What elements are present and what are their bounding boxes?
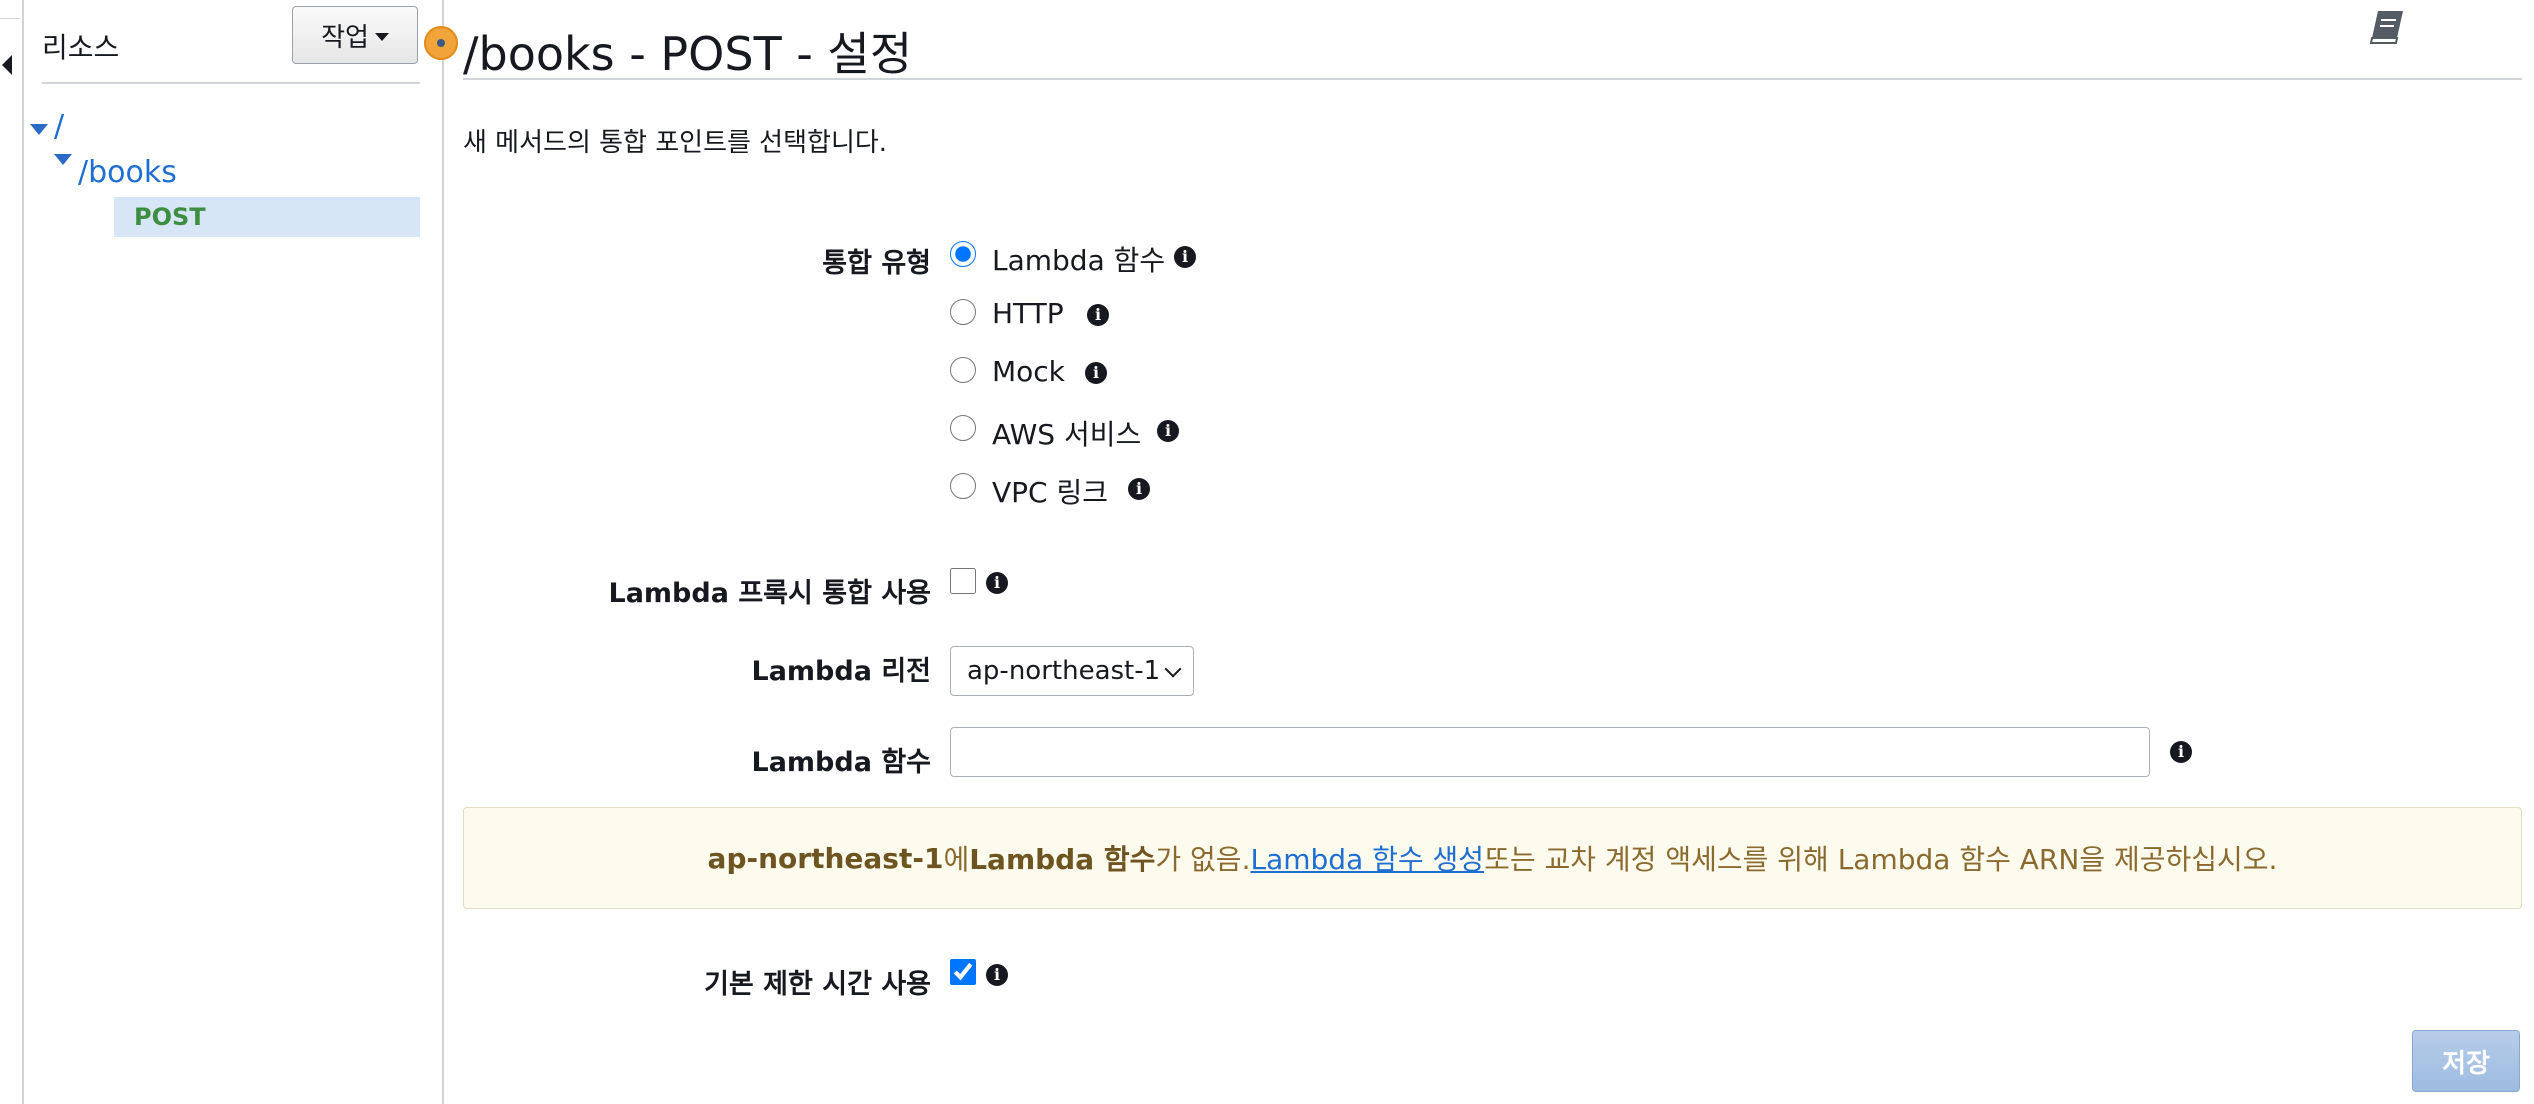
info-icon[interactable]: i	[2170, 741, 2192, 763]
radio-http-label: HTTP	[992, 297, 1064, 330]
page-title: /books - POST - 설정	[463, 27, 913, 81]
radio-mock-label: Mock	[992, 355, 1065, 388]
splitter-handle[interactable]	[424, 26, 458, 60]
radio-aws-service[interactable]	[950, 415, 976, 441]
alert-text-3: 또는 교차 계정 액세스를 위해 Lambda 함수 ARN을 제공하십시오.	[1484, 843, 2278, 876]
radio-aws-service-label: AWS 서비스	[992, 418, 1142, 451]
page-intro: 새 메서드의 통합 포인트를 선택합니다.	[463, 128, 888, 158]
resources-title: 리소스	[42, 31, 120, 64]
tree-expand-books-icon[interactable]	[54, 154, 72, 165]
alert-text-1: 에	[943, 843, 970, 876]
caret-left-icon[interactable]	[2, 55, 12, 75]
tree-item-books[interactable]: /books	[78, 155, 177, 190]
tree-expand-root-icon[interactable]	[30, 124, 48, 135]
resources-panel: 리소스 작업 / /books POST	[22, 0, 444, 1104]
actions-label: 작업	[321, 22, 369, 53]
caret-down-icon	[374, 33, 389, 41]
create-lambda-link[interactable]: Lambda 함수 생성	[1250, 838, 1484, 878]
strip-tab	[0, 8, 20, 19]
default-timeout-label: 기본 제한 시간 사용	[704, 969, 931, 1000]
lambda-region-select[interactable]: ap-northeast-1	[950, 646, 1194, 696]
actions-button[interactable]: 작업	[292, 6, 418, 64]
info-icon[interactable]: i	[1085, 362, 1107, 384]
info-icon[interactable]: i	[1174, 246, 1196, 268]
alert-region: ap-northeast-1	[707, 841, 944, 875]
title-divider	[463, 78, 2522, 80]
lambda-function-label: Lambda 함수	[751, 747, 931, 778]
proxy-integration-checkbox[interactable]	[950, 568, 976, 594]
lambda-function-input[interactable]	[950, 727, 2150, 777]
book-icon[interactable]	[2368, 8, 2408, 46]
lambda-region-value: ap-northeast-1	[967, 656, 1161, 686]
radio-lambda-label: Lambda 함수	[992, 244, 1166, 277]
tree-item-post-label: POST	[134, 203, 206, 231]
proxy-integration-label: Lambda 프록시 통합 사용	[608, 578, 931, 609]
chevron-down-icon	[1164, 660, 1182, 678]
no-function-alert: ap-northeast-1 에 Lambda 함수 가 없음. Lambda 함수…	[463, 807, 2522, 909]
default-timeout-checkbox[interactable]	[950, 959, 976, 985]
info-icon[interactable]: i	[1157, 420, 1179, 442]
info-icon[interactable]: i	[1087, 304, 1109, 326]
info-icon[interactable]: i	[1128, 478, 1150, 500]
save-button[interactable]: 저장	[2412, 1030, 2520, 1092]
panel-collapse-strip	[0, 0, 24, 1104]
alert-text-2: 가 없음.	[1155, 843, 1251, 876]
integration-type-label: 통합 유형	[822, 248, 931, 279]
radio-lambda[interactable]	[950, 241, 976, 267]
info-icon[interactable]: i	[986, 964, 1008, 986]
radio-http[interactable]	[950, 299, 976, 325]
tree-item-root[interactable]: /	[54, 109, 64, 144]
tree-item-post[interactable]: POST	[114, 197, 420, 237]
radio-vpc-link[interactable]	[950, 473, 976, 499]
radio-vpc-link-label: VPC 링크	[992, 476, 1109, 509]
lambda-region-label: Lambda 리전	[751, 656, 931, 687]
resources-divider	[42, 82, 420, 84]
alert-bold: Lambda 함수	[969, 843, 1156, 876]
info-icon[interactable]: i	[986, 572, 1008, 594]
radio-mock[interactable]	[950, 357, 976, 383]
